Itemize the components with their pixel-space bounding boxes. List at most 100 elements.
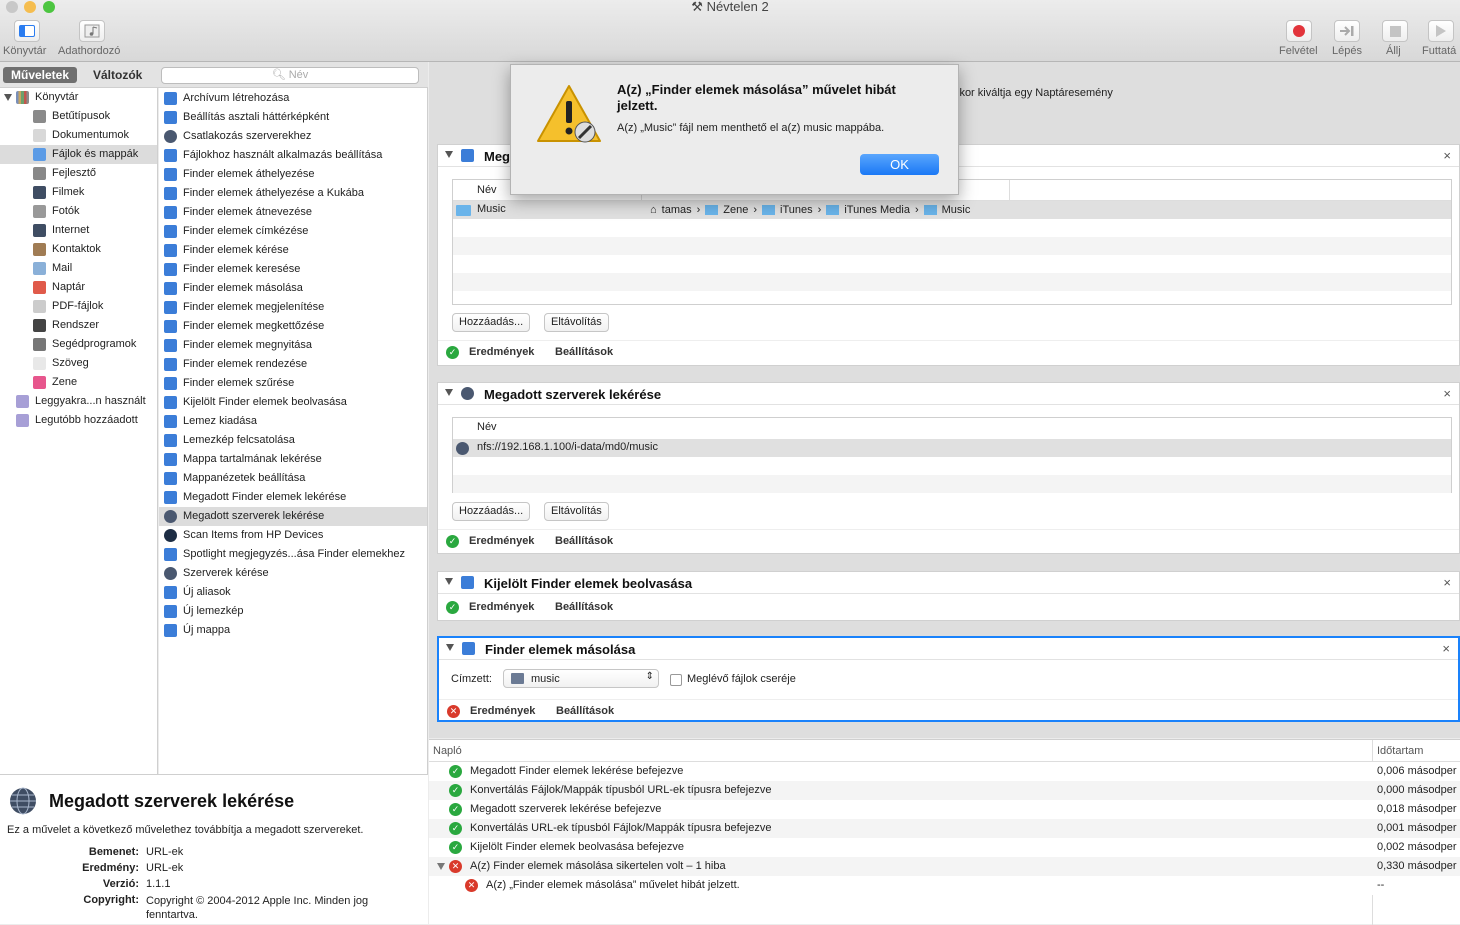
action-item-7[interactable]: Finder elemek címkézése: [159, 222, 427, 241]
log-row[interactable]: ✓ Megadott szerverek lekérése befejezve 0,…: [429, 800, 1460, 819]
action-item-13[interactable]: Finder elemek megnyitása: [159, 336, 427, 355]
column-header-name[interactable]: Név: [477, 421, 497, 433]
action-item-3[interactable]: Fájlokhoz használt alkalmazás beállítása: [159, 146, 427, 165]
action-item-15[interactable]: Finder elemek szűrése: [159, 374, 427, 393]
sidebar-item-13[interactable]: Szöveg: [0, 354, 157, 373]
library-root[interactable]: Könyvtár: [0, 88, 157, 107]
sidebar-item-6[interactable]: Internet: [0, 221, 157, 240]
action-item-10[interactable]: Finder elemek másolása: [159, 279, 427, 298]
options-toggle[interactable]: Beállítások: [555, 601, 613, 613]
action-item-5[interactable]: Finder elemek áthelyezése a Kukába: [159, 184, 427, 203]
action-item-12[interactable]: Finder elemek megkettőzése: [159, 317, 427, 336]
action-item-8[interactable]: Finder elemek kérése: [159, 241, 427, 260]
results-toggle[interactable]: Eredmények: [469, 346, 534, 358]
finder-icon: [164, 377, 177, 390]
sidebar-item-10[interactable]: PDF-fájlok: [0, 297, 157, 316]
sidebar-item-0[interactable]: Betűtípusok: [0, 107, 157, 126]
action-item-11[interactable]: Finder elemek megjelenítése: [159, 298, 427, 317]
results-toggle[interactable]: Eredmények: [469, 535, 534, 547]
log-row[interactable]: ✓ Kijelölt Finder elemek beolvasása befej…: [429, 838, 1460, 857]
options-toggle[interactable]: Beállítások: [555, 346, 613, 358]
table-row[interactable]: nfs://192.168.1.100/i-data/md0/music: [453, 439, 1451, 457]
action-item-2[interactable]: Csatlakozás szerverekhez: [159, 127, 427, 146]
sidebar-item-3[interactable]: Fejlesztő: [0, 164, 157, 183]
sidebar-item-2[interactable]: Fájlok és mappák: [0, 145, 157, 164]
column-header-log[interactable]: Napló: [433, 745, 462, 757]
record-button[interactable]: [1286, 20, 1312, 42]
search-input[interactable]: 🔍︎ Név: [161, 67, 419, 84]
sidebar-item-11[interactable]: Rendszer: [0, 316, 157, 335]
sidebar-item-5[interactable]: Fotók: [0, 202, 157, 221]
action-item-18[interactable]: Lemezkép felcsatolása: [159, 431, 427, 450]
stop-button[interactable]: [1382, 20, 1408, 42]
finder-icon: [164, 453, 177, 466]
step-button[interactable]: [1334, 20, 1360, 42]
close-card-button[interactable]: ×: [1443, 386, 1451, 401]
tab-actions[interactable]: Műveletek: [3, 67, 78, 83]
close-card-button[interactable]: ×: [1443, 148, 1451, 163]
action-item-4[interactable]: Finder elemek áthelyezése: [159, 165, 427, 184]
remove-button[interactable]: Eltávolítás: [544, 502, 609, 521]
sidebar-item-4[interactable]: Filmek: [0, 183, 157, 202]
sidebar-item-14[interactable]: Zene: [0, 373, 157, 392]
results-toggle[interactable]: Eredmények: [469, 601, 534, 613]
destination-select[interactable]: music ⇕: [503, 669, 659, 688]
action-item-19[interactable]: Mappa tartalmának lekérése: [159, 450, 427, 469]
action-item-24[interactable]: Spotlight megjegyzés...ása Finder elemek…: [159, 545, 427, 564]
collapse-icon[interactable]: [446, 644, 454, 651]
run-button[interactable]: [1428, 20, 1454, 42]
action-item-1[interactable]: Beállítás asztali háttérképként: [159, 108, 427, 127]
close-card-button[interactable]: ×: [1443, 575, 1451, 590]
action-item-26[interactable]: Új aliasok: [159, 583, 427, 602]
stop-label: Állj: [1386, 45, 1401, 57]
sidebar-item-9[interactable]: Naptár: [0, 278, 157, 297]
add-button[interactable]: Hozzáadás...: [452, 502, 531, 521]
sidebar-item-1[interactable]: Dokumentumok: [0, 126, 157, 145]
log-row[interactable]: ✓ Konvertálás URL-ek típusból Fájlok/Mapp…: [429, 819, 1460, 838]
options-toggle[interactable]: Beállítások: [556, 705, 614, 717]
collapse-icon[interactable]: [445, 151, 453, 158]
input-value: URL-ek: [146, 846, 184, 858]
action-item-6[interactable]: Finder elemek átnevezése: [159, 203, 427, 222]
close-card-button[interactable]: ×: [1442, 641, 1450, 656]
action-item-16[interactable]: Kijelölt Finder elemek beolvasása: [159, 393, 427, 412]
collapse-icon[interactable]: [445, 389, 453, 396]
action-item-25[interactable]: Szerverek kérése: [159, 564, 427, 583]
action-item-9[interactable]: Finder elemek keresése: [159, 260, 427, 279]
column-header-name[interactable]: Név: [477, 184, 497, 196]
ok-button[interactable]: OK: [860, 154, 939, 175]
action-item-14[interactable]: Finder elemek rendezése: [159, 355, 427, 374]
results-toggle[interactable]: Eredmények: [470, 705, 535, 717]
log-row[interactable]: ✕ A(z) Finder elemek másolása sikertelen …: [429, 857, 1460, 876]
replace-existing-checkbox[interactable]: [670, 674, 682, 686]
log-row[interactable]: ✓ Megadott Finder elemek lekérése befejez…: [429, 762, 1460, 781]
log-row[interactable]: ✕ A(z) „Finder elemek másolása” művelet h…: [429, 876, 1460, 895]
disclosure-open-icon[interactable]: [437, 863, 445, 870]
options-toggle[interactable]: Beállítások: [555, 535, 613, 547]
action-item-21[interactable]: Megadott Finder elemek lekérése: [159, 488, 427, 507]
error-alert-dialog: A(z) „Finder elemek másolása” művelet hi…: [510, 64, 959, 195]
sidebar-item-12[interactable]: Segédprogramok: [0, 335, 157, 354]
log-row[interactable]: ✓ Konvertálás Fájlok/Mappák típusból URL-…: [429, 781, 1460, 800]
collapse-icon[interactable]: [445, 578, 453, 585]
tab-variables[interactable]: Változók: [85, 67, 150, 83]
sidebar-item-7[interactable]: Kontaktok: [0, 240, 157, 259]
path-control[interactable]: ⌂ tamas › Zene › iTunes › iTunes Media › Mus…: [650, 204, 970, 216]
library-toggle-button[interactable]: [14, 20, 40, 42]
smart-folder-item-0[interactable]: Leggyakra...n használt: [0, 392, 157, 411]
hp-icon: [164, 529, 177, 542]
sidebar-item-8[interactable]: Mail: [0, 259, 157, 278]
smart-folder-item-1[interactable]: Legutóbb hozzáadott: [0, 411, 157, 430]
table-row[interactable]: Music ⌂ tamas › Zene › iTunes › iTunes Medi…: [453, 201, 1451, 219]
action-item-17[interactable]: Lemez kiadása: [159, 412, 427, 431]
action-item-22[interactable]: Megadott szerverek lekérése: [159, 507, 427, 526]
add-button[interactable]: Hozzáadás...: [452, 313, 531, 332]
media-button[interactable]: [79, 20, 105, 42]
action-item-28[interactable]: Új mappa: [159, 621, 427, 640]
action-item-20[interactable]: Mappanézetek beállítása: [159, 469, 427, 488]
remove-button[interactable]: Eltávolítás: [544, 313, 609, 332]
action-item-23[interactable]: Scan Items from HP Devices: [159, 526, 427, 545]
action-item-0[interactable]: Archívum létrehozása: [159, 89, 427, 108]
column-header-duration[interactable]: Időtartam: [1377, 745, 1423, 757]
action-item-27[interactable]: Új lemezkép: [159, 602, 427, 621]
